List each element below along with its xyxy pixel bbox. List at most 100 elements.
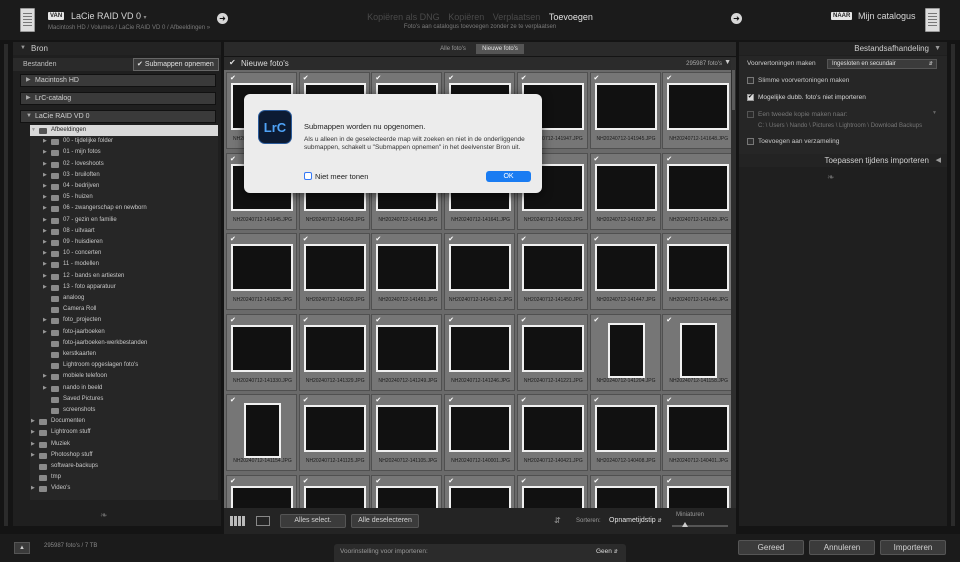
source-panel-header[interactable]: ▼ Bron [13, 42, 221, 55]
mode-copy-dng[interactable]: Kopiëren als DNG [367, 12, 440, 22]
include-checkmark-icon[interactable]: ✔ [594, 155, 600, 163]
photo-cell[interactable]: ✔ NH20240712-141246.JPG [444, 313, 516, 391]
include-checkmark-icon[interactable]: ✔ [594, 477, 600, 485]
photo-thumbnail[interactable] [594, 244, 657, 291]
expand-triangle-icon[interactable]: ▶ [43, 327, 47, 338]
include-checkmark-icon[interactable]: ✔ [375, 396, 381, 404]
expand-triangle-icon[interactable]: ▶ [43, 159, 47, 170]
include-checkmark-icon[interactable]: ✔ [230, 235, 236, 243]
folder-row[interactable]: ▼ Afbeeldingen [30, 125, 218, 137]
dont-show-checkbox[interactable] [304, 172, 312, 180]
include-checkmark-icon[interactable]: ✔ [375, 316, 381, 324]
include-checkmark-icon[interactable]: ✔ [666, 74, 672, 82]
add-collection-checkbox[interactable] [747, 138, 754, 145]
folder-row[interactable]: ▶ 09 - huisdieren [30, 237, 218, 248]
include-checkmark-icon[interactable]: ✔ [521, 316, 527, 324]
include-checkmark-icon[interactable]: ✔ [521, 396, 527, 404]
photo-cell[interactable]: ✔ NH20240712-141330.JPG [226, 313, 297, 391]
folder-row[interactable]: ▶ Muziek [30, 439, 218, 450]
photo-thumbnail[interactable] [449, 324, 512, 372]
photo-thumbnail[interactable] [231, 244, 293, 291]
include-checkmark-icon[interactable]: ✔ [666, 477, 672, 485]
mode-add[interactable]: Toevoegen [549, 12, 593, 22]
folder-row[interactable]: Lightroom opgeslagen foto's [30, 360, 218, 371]
photo-cell[interactable]: ✔ NH20240712-141204.JPG [589, 313, 661, 391]
photo-cell[interactable]: ✔ NH20240712-141125.JPG [298, 394, 370, 471]
checkmark-icon[interactable]: ✔ [229, 58, 236, 67]
include-checkmark-icon[interactable]: ✔ [303, 74, 309, 82]
include-checkmark-icon[interactable]: ✔ [448, 235, 454, 243]
expand-triangle-icon[interactable]: ▶ [43, 282, 47, 293]
include-checkmark-icon[interactable]: ✔ [521, 235, 527, 243]
folder-row[interactable]: ▶ Photoshop stuff [30, 450, 218, 461]
include-checkmark-icon[interactable]: ✔ [303, 477, 309, 485]
slider-handle-icon[interactable] [682, 522, 688, 527]
expand-triangle-icon[interactable]: ▶ [43, 226, 47, 237]
folder-row[interactable]: ▶ Documenten [30, 416, 218, 427]
no-duplicates-checkbox[interactable]: ✔ [747, 94, 754, 101]
include-checkmark-icon[interactable]: ✔ [230, 477, 236, 485]
include-checkmark-icon[interactable]: ✔ [666, 396, 672, 404]
include-checkmark-icon[interactable]: ✔ [230, 74, 236, 82]
sort-direction-icon[interactable]: ⇵ [554, 516, 561, 525]
folder-row[interactable]: Camera Roll [30, 304, 218, 315]
include-checkmark-icon[interactable]: ✔ [375, 477, 381, 485]
include-checkmark-icon[interactable]: ✔ [230, 155, 236, 163]
include-checkmark-icon[interactable]: ✔ [448, 74, 454, 82]
photo-cell[interactable]: ✔ NH20240712-141450.JPG [516, 233, 588, 310]
tab-new-photos[interactable]: Nieuwe foto's [476, 44, 524, 54]
include-checkmark-icon[interactable]: ✔ [521, 74, 527, 82]
collapse-triangle-icon[interactable]: ▼ [31, 125, 36, 136]
folder-row[interactable]: ▶ 12 - bands en artiesten [30, 271, 218, 282]
expand-triangle-icon[interactable]: ▶ [43, 215, 47, 226]
photo-cell[interactable]: ✔ NH20240712-140001.JPG [444, 394, 516, 471]
ok-button[interactable]: OK [486, 171, 531, 182]
expand-triangle-icon[interactable]: ▶ [31, 450, 35, 461]
folder-row[interactable]: analoog [30, 293, 218, 304]
expand-triangle-icon[interactable]: ▶ [43, 181, 47, 192]
expand-triangle-icon[interactable]: ▶ [31, 427, 35, 438]
include-checkmark-icon[interactable]: ✔ [594, 74, 600, 82]
chevron-down-icon[interactable]: ▼ [932, 110, 937, 116]
folder-row[interactable]: ▶ 06 - zwangerschap en newborn [30, 203, 218, 214]
folder-row[interactable]: ▶ 03 - bruiloften [30, 170, 218, 181]
photo-thumbnail[interactable] [449, 485, 512, 508]
grid-scrollbar[interactable] [731, 58, 736, 508]
photo-cell[interactable]: ✔ NH20240712-141629.JPG [662, 152, 734, 230]
photo-cell[interactable]: ✔ NH20240712-141620.JPG [298, 233, 370, 310]
photo-thumbnail[interactable] [521, 485, 584, 508]
mode-move[interactable]: Verplaatsen [493, 12, 541, 22]
photo-cell[interactable]: ✔ NH20240712-140401.JPG [662, 394, 734, 471]
photo-thumbnail[interactable] [376, 324, 439, 372]
include-checkmark-icon[interactable]: ✔ [594, 235, 600, 243]
apply-during-import-header[interactable]: Toepassen tijdens importeren ◀ [739, 154, 947, 167]
left-scroll-strip[interactable] [4, 44, 8, 526]
include-checkmark-icon[interactable]: ✔ [521, 477, 527, 485]
photo-thumbnail[interactable] [303, 485, 366, 508]
photo-thumbnail[interactable] [667, 405, 730, 452]
photo-thumbnail[interactable] [594, 83, 657, 130]
photo-cell[interactable]: ✔ NH20240712-141158.JPG [662, 313, 734, 391]
cancel-button[interactable]: Annuleren [809, 540, 875, 555]
photo-thumbnail[interactable] [667, 83, 730, 130]
expand-triangle-icon[interactable]: ▶ [43, 237, 47, 248]
select-all-button[interactable]: Alles select. [280, 514, 346, 528]
folder-row[interactable]: foto-jaarboeken-werkbestanden [30, 338, 218, 349]
smart-previews-checkbox[interactable] [747, 77, 754, 84]
photo-thumbnail[interactable] [376, 405, 439, 452]
expand-triangle-icon[interactable]: ▶ [43, 248, 47, 259]
photo-thumbnail[interactable] [521, 405, 584, 452]
folder-row[interactable]: ▶ 02 - loveshoots [30, 159, 218, 170]
folder-row[interactable]: kerstkaarten [30, 349, 218, 360]
expand-triangle-icon[interactable]: ▶ [43, 271, 47, 282]
folder-row[interactable]: ▶ 10 - concerten [30, 248, 218, 259]
scrollbar-thumb[interactable] [732, 70, 735, 110]
folder-row[interactable]: ▶ mobiele telefoon [30, 371, 218, 382]
include-checkmark-icon[interactable]: ✔ [375, 235, 381, 243]
include-checkmark-icon[interactable]: ✔ [448, 396, 454, 404]
volume-lrc-catalog[interactable]: ▶ LrC-catalog [20, 92, 216, 105]
expand-triangle-icon[interactable]: ▶ [31, 483, 35, 494]
photo-cell[interactable]: ✔ [444, 474, 516, 508]
folder-row[interactable]: ▶ Lightroom stuff [30, 427, 218, 438]
include-checkmark-icon[interactable]: ✔ [666, 316, 672, 324]
